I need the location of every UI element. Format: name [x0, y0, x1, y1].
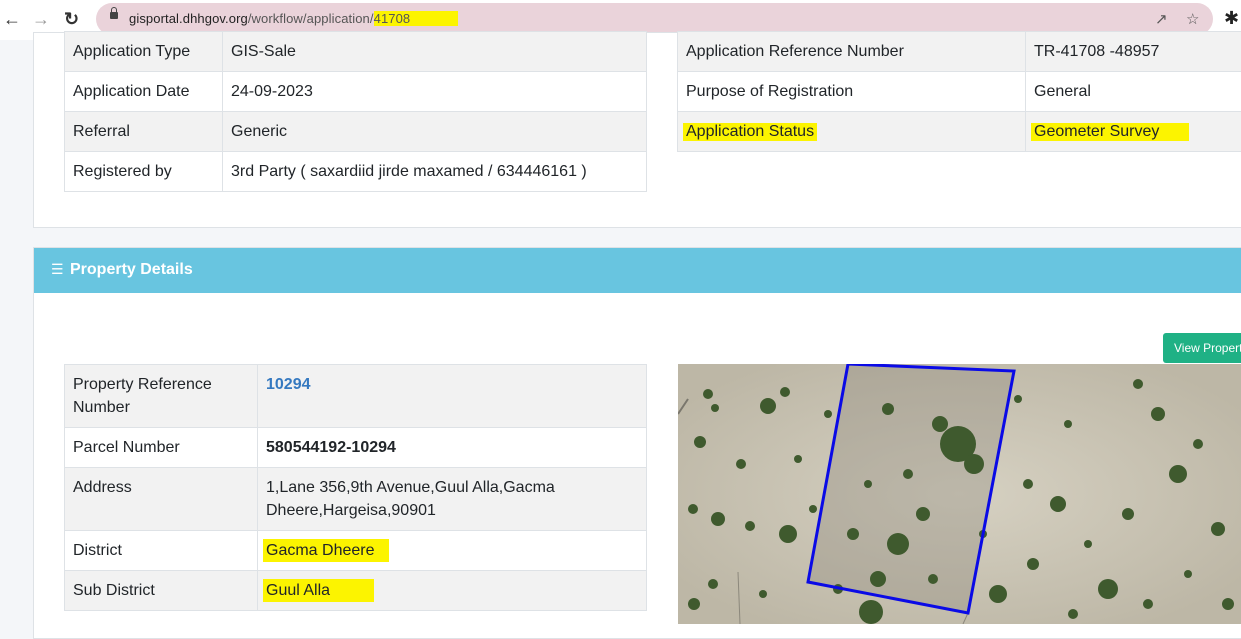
property-reference-link[interactable]: 10294 — [266, 376, 311, 393]
property-details-table: Property Reference Number 10294 Parcel N… — [64, 364, 647, 611]
row-label: Application Date — [65, 72, 223, 112]
url-text[interactable]: gisportal.dhhgov.org/workflow/applicatio… — [129, 11, 458, 26]
sub-district-value: Guul Alla — [263, 579, 374, 602]
row-value: Gacma Dheere — [258, 531, 647, 571]
row-label: Application Status — [678, 112, 1026, 152]
table-row: Address 1,Lane 356,9th Avenue,Guul Alla,… — [65, 468, 647, 531]
section-title: Property Details — [70, 261, 193, 279]
row-value: TR-41708 -48957 — [1026, 32, 1241, 72]
table-row: Parcel Number 580544192-10294 — [65, 428, 647, 468]
row-value: Generic — [223, 112, 647, 152]
share-icon[interactable]: ↗ — [1155, 10, 1168, 28]
forward-arrow-icon[interactable]: → — [32, 8, 50, 30]
list-icon: ☰ — [51, 261, 64, 278]
application-status-label: Application Status — [683, 123, 817, 141]
bookmark-star-icon[interactable]: ☆ — [1186, 10, 1199, 28]
row-value: 1,Lane 356,9th Avenue,Guul Alla,Gacma Dh… — [258, 468, 647, 531]
lock-icon — [110, 12, 118, 19]
row-label: Property Reference Number — [65, 365, 258, 428]
row-label: Referral — [65, 112, 223, 152]
row-value: Guul Alla — [258, 571, 647, 611]
satellite-image — [678, 364, 1241, 624]
table-row: Application Status Geometer Survey — [678, 112, 1241, 152]
row-label: Registered by — [65, 152, 223, 192]
row-label: District — [65, 531, 258, 571]
table-row: Sub District Guul Alla — [65, 571, 647, 611]
table-row: Application Date 24-09-2023 — [65, 72, 647, 112]
row-label: Application Type — [65, 32, 223, 72]
row-value: 24-09-2023 — [223, 72, 647, 112]
row-value: Geometer Survey — [1026, 112, 1241, 152]
table-row: Application Reference Number TR-41708 -4… — [678, 32, 1241, 72]
row-value: 580544192-10294 — [258, 428, 647, 468]
table-row: Referral Generic — [65, 112, 647, 152]
table-row: Application Type GIS-Sale — [65, 32, 647, 72]
row-label: Purpose of Registration — [678, 72, 1026, 112]
application-info-table-left: Application Type GIS-Sale Application Da… — [64, 31, 647, 192]
application-status-value: Geometer Survey — [1031, 123, 1189, 141]
row-value: GIS-Sale — [223, 32, 647, 72]
back-arrow-icon[interactable]: ← — [3, 8, 21, 30]
district-value: Gacma Dheere — [263, 539, 389, 562]
application-info-table-right: Application Reference Number TR-41708 -4… — [677, 31, 1241, 152]
row-label: Parcel Number — [65, 428, 258, 468]
row-value: 3rd Party ( saxardiid jirde maxamed / 63… — [223, 152, 647, 192]
extensions-icon[interactable]: ✱ — [1224, 8, 1239, 29]
row-value: 10294 — [258, 365, 647, 428]
table-row: Purpose of Registration General — [678, 72, 1241, 112]
table-row: Registered by 3rd Party ( saxardiid jird… — [65, 152, 647, 192]
parcel-map[interactable] — [678, 364, 1241, 624]
reload-icon[interactable]: ↻ — [64, 8, 79, 30]
table-row: Property Reference Number 10294 — [65, 365, 647, 428]
row-label: Sub District — [65, 571, 258, 611]
url-highlight: 41708 — [374, 11, 459, 26]
property-details-header: ☰ Property Details — [34, 248, 1241, 293]
row-value: General — [1026, 72, 1241, 112]
row-label: Application Reference Number — [678, 32, 1026, 72]
table-row: District Gacma Dheere — [65, 531, 647, 571]
view-property-button[interactable]: View Propert — [1163, 333, 1241, 363]
row-label: Address — [65, 468, 258, 531]
